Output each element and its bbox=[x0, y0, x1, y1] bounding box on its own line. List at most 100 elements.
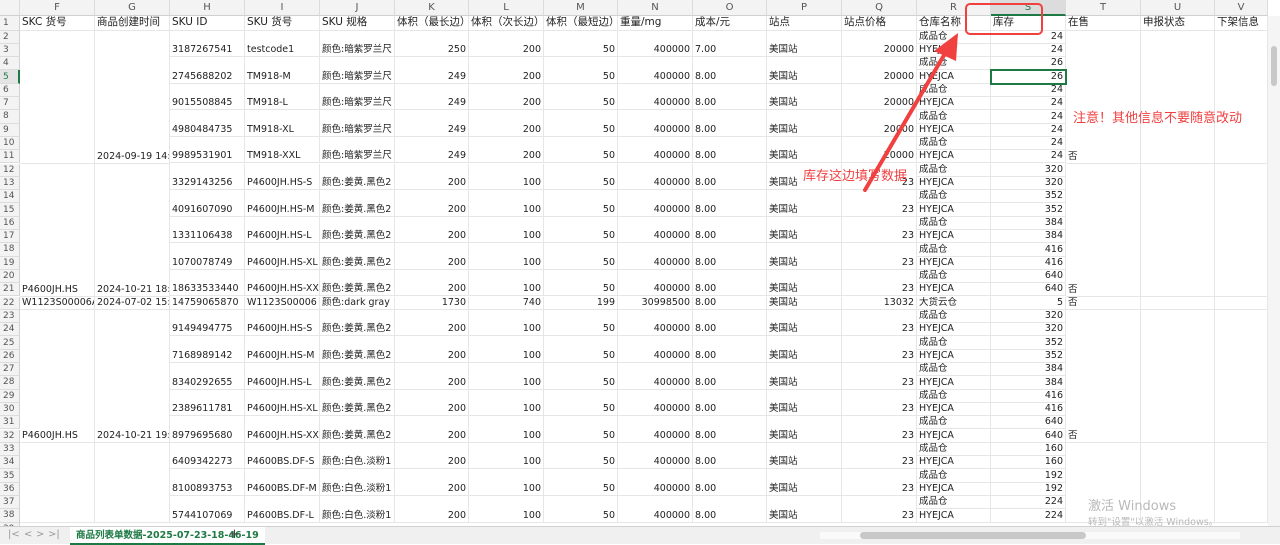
warehouse-cell[interactable]: HYEJCA bbox=[917, 509, 991, 523]
sku-weight-cell[interactable]: 400000 bbox=[618, 269, 693, 297]
sku-price-cell[interactable]: 23 bbox=[842, 442, 917, 470]
stock-cell[interactable]: 224 bbox=[991, 509, 1066, 523]
row-header-6[interactable]: 6 bbox=[0, 83, 20, 97]
sku-cost-cell[interactable]: 8.00 bbox=[693, 163, 767, 191]
sku-l-cell[interactable]: 200 bbox=[395, 416, 469, 443]
sku-weight-cell[interactable]: 400000 bbox=[618, 363, 693, 390]
row-header-34[interactable]: 34 bbox=[0, 456, 20, 470]
sku-price-cell[interactable]: 23 bbox=[842, 416, 917, 443]
row-header-12[interactable]: 12 bbox=[0, 163, 20, 177]
row-header-1[interactable]: 1 bbox=[0, 16, 20, 31]
sku-weight-cell[interactable]: 400000 bbox=[618, 442, 693, 470]
stock-cell[interactable]: 416 bbox=[991, 402, 1066, 417]
sku-l-cell[interactable]: 200 bbox=[395, 309, 469, 337]
sku-w-cell[interactable]: 100 bbox=[469, 363, 544, 390]
skc-cell[interactable] bbox=[20, 442, 95, 523]
sku-id-cell[interactable]: 8100893753 bbox=[170, 469, 245, 496]
stock-cell[interactable]: 384 bbox=[991, 216, 1066, 230]
sku-weight-cell[interactable]: 400000 bbox=[618, 496, 693, 523]
next-sheet-button[interactable]: > bbox=[36, 529, 44, 540]
sku-h-cell[interactable]: 50 bbox=[544, 163, 618, 191]
sku-w-cell[interactable]: 100 bbox=[469, 336, 544, 363]
sku-h-cell[interactable]: 50 bbox=[544, 136, 618, 164]
sku-price-cell[interactable]: 23 bbox=[842, 389, 917, 417]
sku-id-cell[interactable]: 14759065870 bbox=[170, 296, 245, 310]
sku-cost-cell[interactable]: 8.00 bbox=[693, 190, 767, 217]
warehouse-cell[interactable]: HYEJCA bbox=[917, 482, 991, 496]
sku-site-cell[interactable]: 美国站 bbox=[767, 336, 842, 363]
sku-spec-cell[interactable]: 颜色:姜黄.黑色2 bbox=[320, 190, 395, 217]
sku-site-cell[interactable]: 美国站 bbox=[767, 296, 842, 310]
sku-h-cell[interactable]: 50 bbox=[544, 216, 618, 244]
sku-w-cell[interactable]: 100 bbox=[469, 216, 544, 244]
sku-price-cell[interactable]: 23 bbox=[842, 496, 917, 523]
sku-code-cell[interactable]: P4600BS.DF-M bbox=[245, 469, 320, 496]
stock-cell[interactable]: 26 bbox=[991, 57, 1066, 71]
sku-code-cell[interactable]: TM918-XXL bbox=[245, 136, 320, 164]
stock-cell[interactable]: 640 bbox=[991, 269, 1066, 284]
stock-cell[interactable]: 416 bbox=[991, 256, 1066, 270]
sku-h-cell[interactable]: 50 bbox=[544, 469, 618, 496]
sku-id-cell[interactable]: 8979695680 bbox=[170, 416, 245, 443]
warehouse-cell[interactable]: 成品仓 bbox=[917, 336, 991, 350]
sku-h-cell[interactable]: 50 bbox=[544, 243, 618, 270]
skc-cell[interactable]: P4600JH.HS bbox=[20, 309, 95, 443]
warehouse-cell[interactable]: 成品仓 bbox=[917, 309, 991, 324]
row-header-13[interactable]: 13 bbox=[0, 176, 20, 191]
sku-id-cell[interactable]: 9149494775 bbox=[170, 309, 245, 337]
sku-l-cell[interactable]: 200 bbox=[395, 389, 469, 417]
sku-spec-cell[interactable]: 颜色:姜黄.黑色2 bbox=[320, 216, 395, 244]
sku-w-cell[interactable]: 100 bbox=[469, 269, 544, 297]
sku-code-cell[interactable]: P4600JH.HS-L bbox=[245, 363, 320, 390]
stock-cell[interactable]: 224 bbox=[991, 496, 1066, 510]
sku-code-cell[interactable]: W1123S00006 bbox=[245, 296, 320, 310]
sku-id-cell[interactable]: 3329143256 bbox=[170, 163, 245, 191]
sku-id-cell[interactable]: 4980484735 bbox=[170, 110, 245, 137]
created-time-cell[interactable]: 2024-10-21 19:15:( bbox=[95, 309, 170, 443]
stock-cell[interactable]: 320 bbox=[991, 323, 1066, 337]
sku-weight-cell[interactable]: 400000 bbox=[618, 416, 693, 443]
sku-site-cell[interactable]: 美国站 bbox=[767, 389, 842, 417]
sku-code-cell[interactable]: P4600JH.HS-S bbox=[245, 309, 320, 337]
on-sale-cell[interactable]: 否 bbox=[1066, 30, 1141, 164]
sku-code-cell[interactable]: P4600JH.HS-XXL bbox=[245, 416, 320, 443]
row-header-36[interactable]: 36 bbox=[0, 482, 20, 496]
header-cell-F[interactable]: SKC 货号 bbox=[20, 16, 95, 31]
sku-weight-cell[interactable]: 400000 bbox=[618, 30, 693, 58]
stock-cell[interactable]: 320 bbox=[991, 309, 1066, 324]
sku-h-cell[interactable]: 50 bbox=[544, 496, 618, 523]
sku-cost-cell[interactable]: 8.00 bbox=[693, 363, 767, 390]
sku-l-cell[interactable]: 249 bbox=[395, 136, 469, 164]
sku-spec-cell[interactable]: 颜色:姜黄.黑色2 bbox=[320, 243, 395, 270]
stock-cell[interactable]: 160 bbox=[991, 442, 1066, 457]
sku-weight-cell[interactable]: 400000 bbox=[618, 190, 693, 217]
warehouse-cell[interactable]: 成品仓 bbox=[917, 216, 991, 230]
header-cell-K[interactable]: 体积（最长边）/ bbox=[395, 16, 469, 31]
stock-cell[interactable]: 24 bbox=[991, 136, 1066, 151]
row-header-18[interactable]: 18 bbox=[0, 243, 20, 257]
warehouse-cell[interactable]: HYEJCA bbox=[917, 349, 991, 363]
sku-site-cell[interactable]: 美国站 bbox=[767, 442, 842, 470]
header-cell-V[interactable]: 下架信息 bbox=[1215, 16, 1268, 31]
header-cell-T[interactable]: 在售 bbox=[1066, 16, 1141, 31]
sku-h-cell[interactable]: 50 bbox=[544, 363, 618, 390]
created-time-cell[interactable]: 2024-07-02 15:14:1 bbox=[95, 296, 170, 310]
row-header-3[interactable]: 3 bbox=[0, 43, 20, 58]
sku-l-cell[interactable]: 200 bbox=[395, 469, 469, 496]
sku-weight-cell[interactable]: 400000 bbox=[618, 110, 693, 137]
sku-code-cell[interactable]: P4600BS.DF-L bbox=[245, 496, 320, 523]
sku-spec-cell[interactable]: 颜色:姜黄.黑色2 bbox=[320, 309, 395, 337]
sku-w-cell[interactable]: 100 bbox=[469, 442, 544, 470]
sku-w-cell[interactable]: 740 bbox=[469, 296, 544, 310]
sku-spec-cell[interactable]: 颜色:暗紫罗兰尺 bbox=[320, 57, 395, 84]
sku-h-cell[interactable]: 50 bbox=[544, 57, 618, 84]
warehouse-cell[interactable]: HYEJCA bbox=[917, 402, 991, 417]
sku-id-cell[interactable]: 4091607090 bbox=[170, 190, 245, 217]
stock-cell[interactable]: 416 bbox=[991, 243, 1066, 257]
header-cell-O[interactable]: 成本/元 bbox=[693, 16, 767, 31]
sku-code-cell[interactable]: P4600BS.DF-S bbox=[245, 442, 320, 470]
sku-cost-cell[interactable]: 8.00 bbox=[693, 243, 767, 270]
sku-w-cell[interactable]: 100 bbox=[469, 469, 544, 496]
sku-cost-cell[interactable]: 8.00 bbox=[693, 496, 767, 523]
stock-cell[interactable]: 352 bbox=[991, 190, 1066, 204]
